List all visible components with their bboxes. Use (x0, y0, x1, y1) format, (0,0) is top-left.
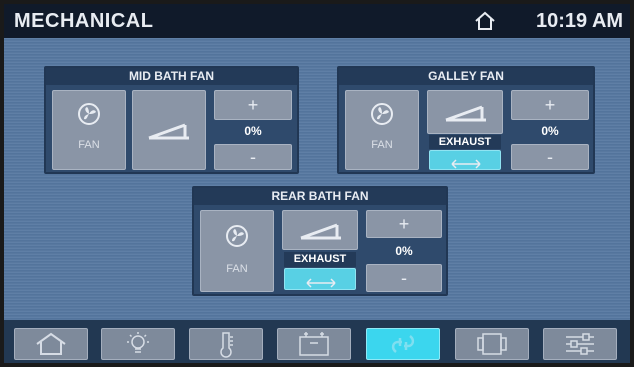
nav-power-button[interactable] (277, 328, 351, 360)
rear-bath-exhaust-toggle[interactable] (284, 268, 356, 290)
nav-lights-button[interactable] (101, 328, 175, 360)
rear-bath-speed-value: 0% (395, 244, 413, 258)
fan-label: FAN (371, 139, 393, 151)
bottom-nav (4, 320, 630, 363)
galley-fan-toggle-button[interactable]: FAN (345, 90, 419, 170)
mid-bath-fan-panel: MID BATH FAN FAN + 0% - (44, 66, 299, 174)
nav-settings-button[interactable] (543, 328, 617, 360)
top-bar: MECHANICAL 10:19 AM (4, 4, 630, 38)
mid-bath-speed-up-button[interactable]: + (214, 90, 292, 120)
mid-bath-speed-down-button[interactable]: - (214, 144, 292, 170)
exhaust-arrows-icon (450, 156, 482, 174)
vent-lid-icon (444, 103, 488, 128)
fan-label: FAN (78, 139, 100, 151)
nav-slides-button[interactable] (455, 328, 529, 360)
rear-bath-fan-panel: REAR BATH FAN FAN EXHAUST + 0% - (192, 186, 448, 296)
screen: MECHANICAL 10:19 AM MID BATH FAN FAN + 0… (4, 4, 630, 363)
mid-bath-speed-value: 0% (244, 124, 262, 138)
minus-icon: - (401, 268, 407, 288)
plus-icon: + (544, 95, 556, 115)
nav-mechanical-button[interactable] (366, 328, 440, 360)
rear-bath-mode-label: EXHAUST (284, 252, 356, 267)
fan-vent-icon (391, 335, 415, 353)
mid-bath-vent-lid-button[interactable] (132, 90, 206, 170)
page-title: MECHANICAL (14, 10, 154, 32)
galley-speed-down-button[interactable]: - (511, 144, 589, 170)
panel-title: GALLEY FAN (339, 68, 593, 85)
vent-lid-icon (147, 121, 191, 146)
vent-lid-icon (299, 221, 343, 246)
slide-out-icon (477, 333, 507, 355)
mid-bath-fan-toggle-button[interactable]: FAN (52, 90, 126, 170)
fan-icon (226, 225, 248, 252)
nav-climate-button[interactable] (189, 328, 263, 360)
plus-icon: + (247, 95, 259, 115)
fan-label: FAN (226, 263, 248, 275)
exhaust-arrows-icon (305, 275, 337, 293)
galley-exhaust-toggle[interactable] (429, 150, 501, 170)
thermometer-icon (220, 332, 233, 358)
home-icon (36, 332, 66, 355)
rear-bath-fan-toggle-button[interactable]: FAN (200, 210, 274, 292)
galley-speed-value: 0% (541, 124, 559, 138)
clock: 10:19 AM (536, 10, 624, 32)
plus-icon: + (398, 214, 410, 234)
rear-bath-vent-lid-button[interactable] (282, 210, 358, 250)
minus-icon: - (547, 147, 553, 167)
nav-home-button[interactable] (14, 328, 88, 360)
galley-mode-label: EXHAUST (429, 135, 501, 149)
fan-icon (78, 103, 100, 130)
home-icon[interactable] (474, 11, 496, 31)
lightbulb-icon (127, 332, 149, 353)
panel-title: REAR BATH FAN (194, 188, 446, 205)
panel-title: MID BATH FAN (46, 68, 297, 85)
rear-bath-speed-down-button[interactable]: - (366, 264, 442, 292)
galley-speed-up-button[interactable]: + (511, 90, 589, 120)
fan-icon (371, 103, 393, 130)
rear-bath-speed-up-button[interactable]: + (366, 210, 442, 238)
galley-fan-panel: GALLEY FAN FAN EXHAUST + 0% - (337, 66, 595, 174)
galley-vent-lid-button[interactable] (427, 90, 503, 134)
minus-icon: - (250, 147, 256, 167)
settings-sliders-icon (566, 333, 594, 355)
battery-icon (299, 332, 329, 356)
